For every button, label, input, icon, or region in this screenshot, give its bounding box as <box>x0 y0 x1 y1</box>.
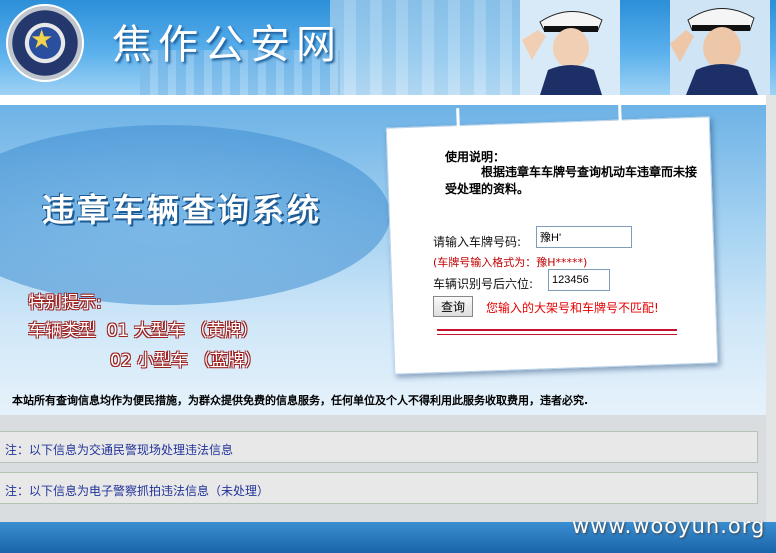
police-officer-female-image <box>520 0 620 95</box>
header-divider <box>0 95 766 105</box>
page-right-edge <box>766 95 776 553</box>
special-notice-title: 特别提示: <box>28 293 102 313</box>
camera-violation-note: 注：以下信息为电子警察抓拍违法信息（未处理） <box>5 484 270 498</box>
card-red-divider-thin <box>437 334 677 335</box>
plate-number-input[interactable] <box>536 226 632 248</box>
building-image <box>330 0 550 95</box>
plate-format-hint: (车牌号输入格式为：豫H*****) <box>433 256 588 269</box>
site-header: ★ 焦作公安网 <box>0 0 776 95</box>
system-title: 违章车辆查询系统 <box>42 191 323 229</box>
site-disclaimer: 本站所有查询信息均作为便民措施，为群众提供免费的信息服务，任何单位及个人不得利用… <box>12 394 589 407</box>
card-red-divider <box>437 329 677 331</box>
badge-star-icon: ★ <box>30 25 54 55</box>
error-message: 您输入的大架号和车牌号不匹配! <box>486 301 659 315</box>
site-title: 焦作公安网 <box>112 22 342 68</box>
usage-text: 根据违章车车牌号查询机动车违章而未接受处理的资料。 <box>445 165 698 196</box>
usage-title: 使用说明： <box>445 150 506 164</box>
card-hanger-right <box>618 102 622 123</box>
card-hanger-left <box>456 108 460 129</box>
vin-last-six-label: 车辆识别号后六位: <box>433 277 534 291</box>
onsite-violation-info-box: 注：以下信息为交通民警现场处理违法信息 <box>0 431 758 463</box>
police-officer-male-image <box>670 0 770 95</box>
camera-violation-info-box: 注：以下信息为电子警察抓拍违法信息（未处理） <box>0 472 758 504</box>
onsite-violation-note: 注：以下信息为交通民警现场处理违法信息 <box>5 443 234 457</box>
watermark: www.wooyun.org <box>572 514 766 538</box>
vehicle-type-line2: 02 小型车 （蓝牌） <box>110 351 262 371</box>
vin-last-six-input[interactable] <box>548 269 610 291</box>
vehicle-type-line1: 车辆类型 01 大型车 （黄牌） <box>28 321 259 341</box>
query-button[interactable]: 查询 <box>433 296 473 317</box>
plate-number-label: 请输入车牌号码: <box>433 235 522 249</box>
